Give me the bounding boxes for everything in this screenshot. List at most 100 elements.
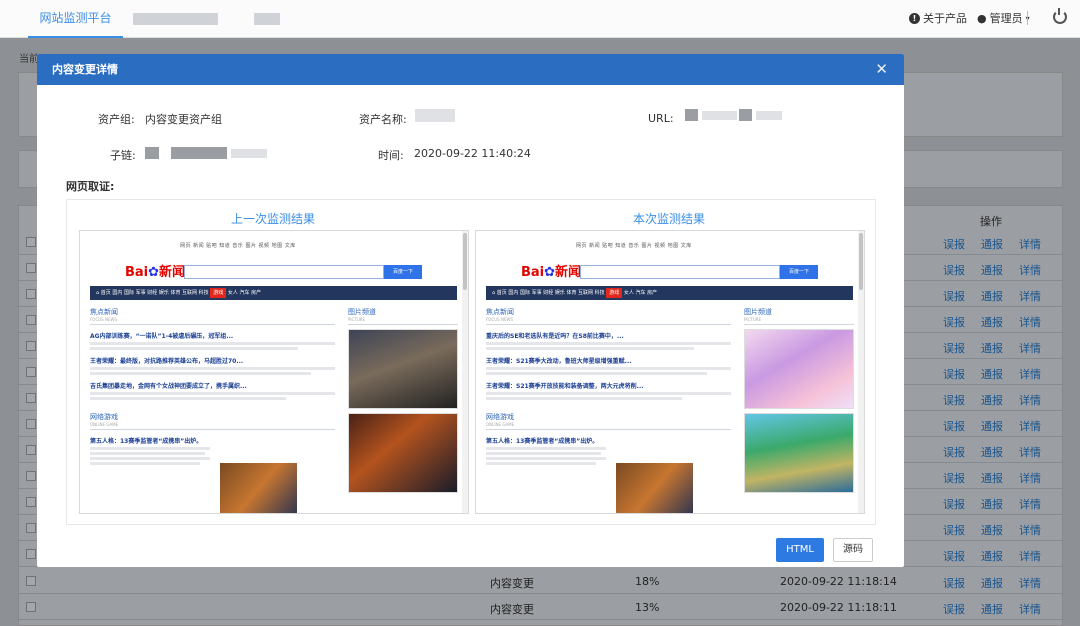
html-button[interactable]: HTML bbox=[776, 538, 824, 562]
false-report-link[interactable]: 误报 bbox=[943, 601, 965, 617]
notify-link[interactable]: 通报 bbox=[981, 236, 1003, 252]
false-report-link[interactable]: 误报 bbox=[943, 262, 965, 278]
snapshot-top-nav: 网页 新闻 贴吧 知道 音乐 图片 视频 地图 文库 bbox=[180, 243, 296, 249]
false-report-link[interactable]: 误报 bbox=[943, 575, 965, 591]
home-icon: ⌂ bbox=[96, 290, 100, 296]
false-report-link[interactable]: 误报 bbox=[943, 418, 965, 434]
picture-channel-heading: 图片频道 PICTURE bbox=[348, 307, 458, 325]
detail-link[interactable]: 详情 bbox=[1019, 392, 1041, 408]
row-checkbox[interactable] bbox=[26, 471, 36, 481]
scrollbar[interactable] bbox=[462, 231, 468, 513]
detail-link[interactable]: 详情 bbox=[1019, 366, 1041, 382]
false-report-link[interactable]: 误报 bbox=[943, 522, 965, 538]
false-report-link[interactable]: 误报 bbox=[943, 236, 965, 252]
about-product-link[interactable]: ! 关于产品 bbox=[909, 10, 967, 26]
row-checkbox[interactable] bbox=[26, 549, 36, 559]
online-game-heading: 网络游戏 ONLINE GAME bbox=[90, 412, 335, 430]
notify-link[interactable]: 通报 bbox=[981, 522, 1003, 538]
detail-link[interactable]: 详情 bbox=[1019, 418, 1041, 434]
current-snapshot[interactable]: 网页 新闻 贴吧 知道 音乐 图片 视频 地图 文库 Bai✿新闻 百度一下 ⌂… bbox=[475, 230, 865, 514]
notify-link[interactable]: 通报 bbox=[981, 262, 1003, 278]
asset-group-label: 资产组: bbox=[98, 113, 135, 126]
notify-link[interactable]: 通报 bbox=[981, 340, 1003, 356]
row-checkbox[interactable] bbox=[26, 602, 36, 612]
row-checkbox[interactable] bbox=[26, 237, 36, 247]
notify-link[interactable]: 通报 bbox=[981, 548, 1003, 564]
change-rate-cell: 18% bbox=[635, 575, 660, 588]
headline: 重庆后的SE和老选队有是近吗？在S8前比赛中，... bbox=[486, 333, 624, 340]
row-checkbox[interactable] bbox=[26, 263, 36, 273]
evidence-label: 网页取证: bbox=[66, 180, 115, 193]
detail-link[interactable]: 详情 bbox=[1019, 522, 1041, 538]
baidu-news-logo: Bai✿新闻 bbox=[521, 265, 582, 280]
notify-link[interactable]: 通报 bbox=[981, 496, 1003, 512]
headline: 第五人格：13赛季监管者“成携串”出炉。 bbox=[486, 438, 599, 445]
notify-link[interactable]: 通报 bbox=[981, 575, 1003, 591]
row-checkbox[interactable] bbox=[26, 576, 36, 586]
false-report-link[interactable]: 误报 bbox=[943, 366, 965, 382]
detail-link[interactable]: 详情 bbox=[1019, 288, 1041, 304]
column-header-action: 操作 bbox=[980, 215, 1002, 228]
content-change-detail-modal: 内容变更详情 ✕ 资产组: 内容变更资产组 资产名称: URL: 子链: 时间:… bbox=[37, 54, 904, 567]
notify-link[interactable]: 通报 bbox=[981, 392, 1003, 408]
platform-tab[interactable]: 网站监测平台 bbox=[28, 0, 123, 38]
false-report-link[interactable]: 误报 bbox=[943, 470, 965, 486]
detail-link[interactable]: 详情 bbox=[1019, 236, 1041, 252]
row-checkbox[interactable] bbox=[26, 289, 36, 299]
notify-link[interactable]: 通报 bbox=[981, 444, 1003, 460]
power-icon[interactable] bbox=[1053, 8, 1067, 24]
headline: AG内部训练赛，“一诺队”1-4被虐后碾压，冠军组... bbox=[90, 333, 234, 340]
notify-link[interactable]: 通报 bbox=[981, 366, 1003, 382]
change-rate-cell: 13% bbox=[635, 601, 660, 614]
game-thumbnail bbox=[220, 463, 297, 513]
false-report-link[interactable]: 误报 bbox=[943, 392, 965, 408]
notify-link[interactable]: 通报 bbox=[981, 470, 1003, 486]
detail-link[interactable]: 详情 bbox=[1019, 496, 1041, 512]
time-value: 2020-09-22 11:40:24 bbox=[414, 147, 531, 160]
user-menu[interactable]: ● 管理员 ▾ bbox=[977, 10, 1030, 26]
notify-link[interactable]: 通报 bbox=[981, 601, 1003, 617]
redacted-asset-name bbox=[415, 109, 455, 122]
row-checkbox[interactable] bbox=[26, 341, 36, 351]
row-checkbox[interactable] bbox=[26, 315, 36, 325]
snapshot-search-button: 百度一下 bbox=[780, 265, 818, 279]
close-icon[interactable]: ✕ bbox=[875, 54, 888, 85]
detail-link[interactable]: 详情 bbox=[1019, 314, 1041, 330]
picture-channel-heading: 图片频道 PICTURE bbox=[744, 307, 854, 325]
false-report-link[interactable]: 误报 bbox=[943, 340, 965, 356]
redacted-text bbox=[254, 13, 280, 25]
false-report-link[interactable]: 误报 bbox=[943, 496, 965, 512]
headline: 吉氏集团暴走地，金网有个女战神团要成立了，携手属织... bbox=[90, 383, 247, 390]
detail-link[interactable]: 详情 bbox=[1019, 444, 1041, 460]
time-cell: 2020-09-22 11:18:14 bbox=[780, 575, 897, 588]
false-report-link[interactable]: 误报 bbox=[943, 314, 965, 330]
row-checkbox[interactable] bbox=[26, 445, 36, 455]
row-checkbox[interactable] bbox=[26, 419, 36, 429]
snapshot-top-nav: 网页 新闻 贴吧 知道 音乐 图片 视频 地图 文库 bbox=[576, 243, 692, 249]
scrollbar[interactable] bbox=[858, 231, 864, 513]
redacted-text bbox=[133, 13, 218, 25]
headline: 王者荣耀：S21赛季开放技能和装备调整，两大元虎将削... bbox=[486, 383, 644, 390]
row-checkbox[interactable] bbox=[26, 367, 36, 377]
detail-link[interactable]: 详情 bbox=[1019, 601, 1041, 617]
notify-link[interactable]: 通报 bbox=[981, 314, 1003, 330]
detail-link[interactable]: 详情 bbox=[1019, 340, 1041, 356]
detail-link[interactable]: 详情 bbox=[1019, 575, 1041, 591]
notify-link[interactable]: 通报 bbox=[981, 288, 1003, 304]
detail-link[interactable]: 详情 bbox=[1019, 262, 1041, 278]
detail-link[interactable]: 详情 bbox=[1019, 548, 1041, 564]
home-icon: ⌂ bbox=[492, 290, 496, 296]
source-button[interactable]: 源码 bbox=[833, 538, 873, 562]
row-checkbox[interactable] bbox=[26, 523, 36, 533]
detail-link[interactable]: 详情 bbox=[1019, 470, 1041, 486]
row-checkbox[interactable] bbox=[26, 497, 36, 507]
false-report-link[interactable]: 误报 bbox=[943, 444, 965, 460]
focus-news-heading: 焦点新闻 FOCUS NEWS bbox=[486, 307, 731, 325]
redacted-url bbox=[739, 109, 752, 121]
snapshot-search-button: 百度一下 bbox=[384, 265, 422, 279]
false-report-link[interactable]: 误报 bbox=[943, 548, 965, 564]
false-report-link[interactable]: 误报 bbox=[943, 288, 965, 304]
notify-link[interactable]: 通报 bbox=[981, 418, 1003, 434]
row-checkbox[interactable] bbox=[26, 393, 36, 403]
previous-snapshot[interactable]: 网页 新闻 贴吧 知道 音乐 图片 视频 地图 文库 Bai✿新闻 百度一下 ⌂… bbox=[79, 230, 469, 514]
